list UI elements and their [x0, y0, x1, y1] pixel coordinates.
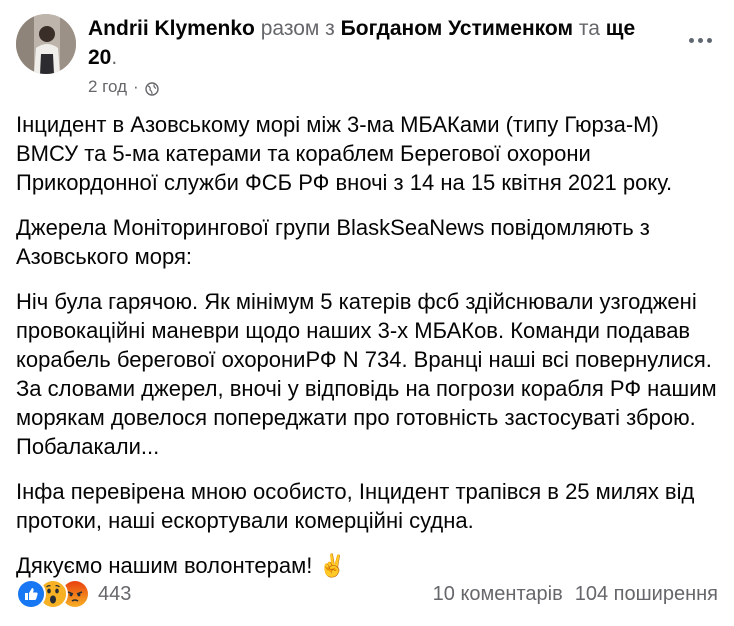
- post-paragraph: Інцидент в Азовському морі між 3-ма МБАК…: [16, 112, 673, 195]
- reaction-count: 443: [98, 582, 132, 605]
- comments-count-link[interactable]: 10 коментарів: [433, 583, 563, 606]
- post-stats: 10 коментарів 104 поширення: [433, 583, 718, 606]
- meta-separator: ·: [133, 77, 139, 96]
- author-name-link[interactable]: Andrii Klymenko: [88, 17, 255, 40]
- and-text: та: [578, 17, 600, 40]
- shares-count-link[interactable]: 104 поширення: [575, 583, 718, 606]
- more-options-button[interactable]: [682, 28, 718, 52]
- with-text: разом з: [260, 17, 335, 40]
- post-body: Інцидент в Азовському морі між 3-ма МБАК…: [16, 110, 721, 596]
- post-header: Andrii Klymenko разом з Богданом Устимен…: [16, 12, 718, 102]
- like-reaction-icon: [16, 579, 46, 609]
- more-dot-icon: [688, 37, 694, 43]
- author-avatar[interactable]: [16, 14, 76, 74]
- others-suffix: .: [111, 46, 118, 69]
- globe-icon[interactable]: [144, 80, 159, 96]
- more-dot-icon: [697, 37, 703, 43]
- post-paragraph: Інфа перевірена мною особисто, Інцидент …: [16, 479, 695, 533]
- more-dot-icon: [706, 37, 712, 43]
- reactions-summary[interactable]: 443: [16, 579, 131, 609]
- post-timestamp[interactable]: 2 год: [88, 76, 127, 98]
- author-line: Andrii Klymenko разом з Богданом Устимен…: [88, 14, 648, 72]
- post-footer: 443 10 коментарів 104 поширення: [16, 574, 718, 614]
- post-meta: 2 год ·: [88, 76, 159, 98]
- post-paragraph: Джерела Моніторингової групи BlaskSeaNew…: [16, 215, 650, 269]
- tagged-person-link[interactable]: Богданом Устименком: [341, 17, 573, 40]
- facebook-post: Andrii Klymenko разом з Богданом Устимен…: [0, 0, 734, 626]
- post-paragraph: Ніч була гарячою. Як мінімум 5 катерів ф…: [16, 289, 717, 459]
